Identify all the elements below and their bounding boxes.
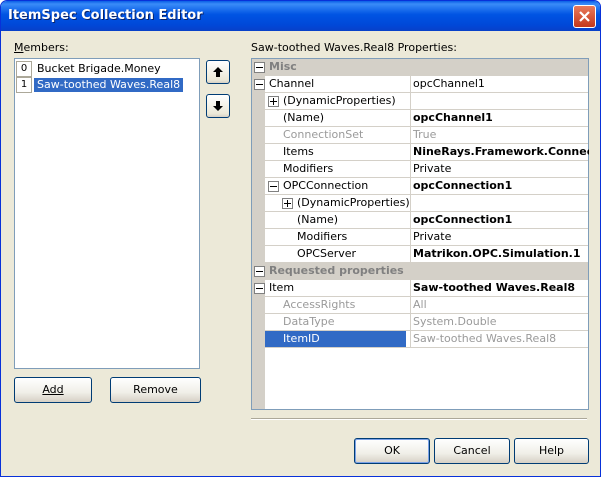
property-name: (Name): [283, 111, 325, 124]
property-value[interactable]: Private: [410, 161, 589, 177]
property-value[interactable]: opcConnection1: [410, 178, 589, 194]
list-item[interactable]: 1 Saw-toothed Waves.Real8: [15, 77, 199, 93]
members-label: Members:: [14, 41, 69, 54]
property-name: OPCConnection: [283, 179, 369, 192]
property-value[interactable]: Saw-toothed Waves.Real8: [410, 280, 589, 296]
property-name: (Name): [297, 213, 339, 226]
property-name: (DynamicProperties): [297, 196, 410, 209]
property-row-opcconnection[interactable]: OPCConnection opcConnection1: [252, 178, 588, 195]
list-item[interactable]: 0 Bucket Brigade.Money: [15, 61, 199, 77]
property-row-accessrights[interactable]: AccessRights All: [252, 297, 588, 314]
property-row-dynamic-properties[interactable]: (DynamicProperties): [252, 195, 588, 212]
collapse-icon[interactable]: [254, 266, 265, 277]
category-requested-properties[interactable]: Requested properties: [252, 263, 588, 280]
property-row-channel[interactable]: Channel opcChannel1: [252, 76, 588, 93]
property-value[interactable]: Private: [410, 229, 589, 245]
property-name: (DynamicProperties): [283, 94, 396, 107]
property-name: Modifiers: [297, 230, 348, 243]
property-row-name[interactable]: (Name) opcConnection1: [252, 212, 588, 229]
close-button[interactable]: [573, 5, 596, 28]
property-value[interactable]: NineRays.Framework.Connectiv: [410, 144, 589, 160]
members-label-mnemonic: M: [14, 41, 24, 54]
property-name: ItemID: [265, 331, 406, 347]
property-value: Saw-toothed Waves.Real8: [410, 331, 589, 347]
property-row-items[interactable]: Items NineRays.Framework.Connectiv: [252, 144, 589, 161]
property-value: All: [410, 297, 589, 313]
list-item-index: 0: [16, 61, 32, 77]
add-button[interactable]: Add: [14, 377, 92, 403]
property-value[interactable]: opcChannel1: [410, 110, 589, 126]
row-divider: [265, 347, 588, 348]
title-bar[interactable]: ItemSpec Collection Editor: [1, 1, 600, 31]
arrow-down-icon: [213, 101, 223, 111]
property-row-modifiers[interactable]: Modifiers Private: [252, 161, 588, 178]
category-label: Misc: [269, 60, 297, 73]
property-name: OPCServer: [297, 247, 357, 260]
property-name: ConnectionSet: [283, 128, 364, 141]
property-value[interactable]: Matrikon.OPC.Simulation.1: [410, 246, 589, 262]
property-value[interactable]: [410, 195, 589, 211]
property-name: Item: [269, 281, 295, 294]
help-button[interactable]: Help: [514, 438, 589, 464]
cancel-button-label: Cancel: [453, 444, 491, 457]
move-down-button[interactable]: [206, 94, 230, 118]
property-name: Channel: [269, 77, 315, 90]
property-grid[interactable]: Misc Channel opcChannel1 (DynamicPropert…: [251, 58, 589, 410]
members-label-rest: embers:: [23, 41, 69, 54]
help-button-label: Help: [538, 444, 565, 457]
collection-editor-window: ItemSpec Collection Editor Members: 0 Bu…: [0, 0, 601, 477]
window-title: ItemSpec Collection Editor: [8, 8, 203, 23]
property-row-opcserver[interactable]: OPCServer Matrikon.OPC.Simulation.1: [252, 246, 588, 263]
category-misc[interactable]: Misc: [252, 59, 588, 76]
list-item-index: 1: [16, 77, 32, 93]
collapse-icon[interactable]: [268, 181, 279, 192]
property-name: DataType: [283, 315, 335, 328]
close-icon: [579, 11, 590, 22]
expand-icon[interactable]: [282, 198, 293, 209]
property-value: True: [410, 127, 589, 143]
move-up-button[interactable]: [206, 60, 230, 84]
ok-button[interactable]: OK: [354, 438, 430, 464]
property-row-modifiers[interactable]: Modifiers Private: [252, 229, 588, 246]
properties-label: Saw-toothed Waves.Real8 Properties:: [251, 41, 457, 54]
property-name: AccessRights: [283, 298, 356, 311]
members-list[interactable]: 0 Bucket Brigade.Money 1 Saw-toothed Wav…: [14, 58, 200, 369]
expand-icon[interactable]: [268, 96, 279, 107]
arrow-up-icon: [213, 67, 223, 77]
footer-separator: [251, 418, 587, 420]
property-name: Items: [283, 145, 314, 158]
collapse-icon[interactable]: [254, 79, 265, 90]
category-label: Requested properties: [269, 264, 404, 277]
cancel-button[interactable]: Cancel: [434, 438, 510, 464]
remove-button[interactable]: Remove: [110, 377, 201, 403]
property-row-name[interactable]: (Name) opcChannel1: [252, 110, 588, 127]
collapse-icon[interactable]: [254, 62, 265, 73]
collapse-icon[interactable]: [254, 283, 265, 294]
list-item-text: Saw-toothed Waves.Real8: [34, 78, 184, 92]
property-value[interactable]: opcChannel1: [410, 76, 589, 92]
ok-button-label: OK: [384, 444, 400, 457]
property-row-dynamic-properties[interactable]: (DynamicProperties): [252, 93, 588, 110]
property-value[interactable]: [410, 93, 589, 109]
property-name: Modifiers: [283, 162, 334, 175]
property-value: System.Double: [410, 314, 589, 330]
add-button-label: Add: [42, 383, 64, 396]
list-item-text: Bucket Brigade.Money: [37, 62, 161, 75]
property-row-datatype[interactable]: DataType System.Double: [252, 314, 588, 331]
property-row-itemid[interactable]: ItemID Saw-toothed Waves.Real8: [252, 331, 588, 348]
property-row-connectionset[interactable]: ConnectionSet True: [252, 127, 588, 144]
property-row-item[interactable]: Item Saw-toothed Waves.Real8: [252, 280, 588, 297]
remove-button-label: Remove: [133, 383, 178, 396]
property-value[interactable]: opcConnection1: [410, 212, 589, 228]
